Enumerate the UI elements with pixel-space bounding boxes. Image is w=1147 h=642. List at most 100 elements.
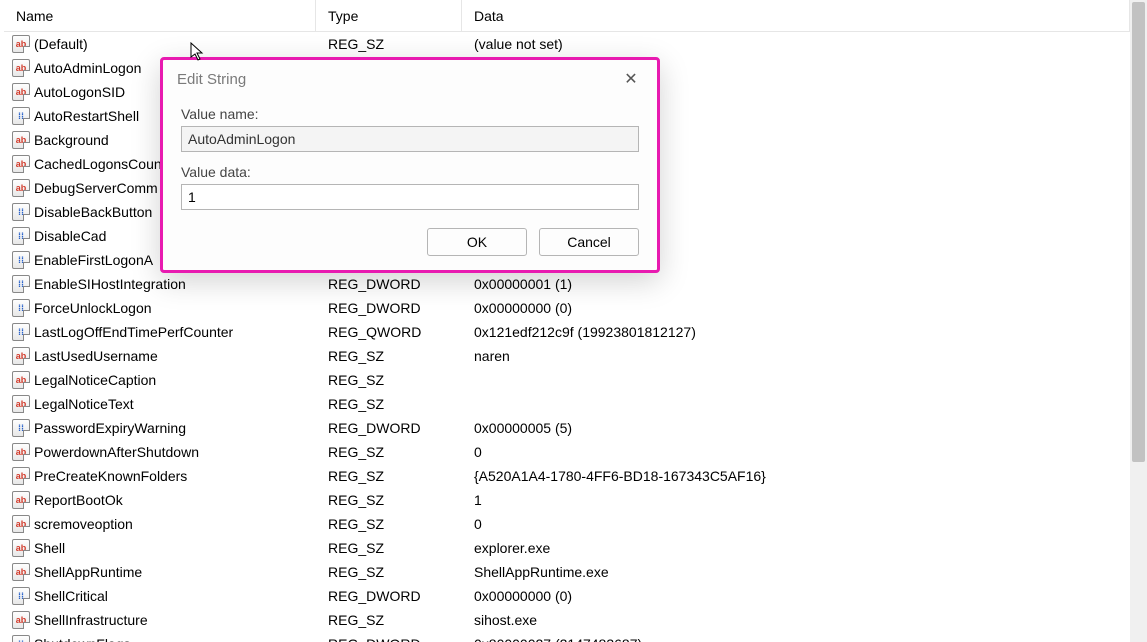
table-row[interactable]: abPowerdownAfterShutdown REG_SZ0 [4,440,1130,464]
value-data-label: Value data: [181,164,639,180]
value-type: REG_DWORD [316,300,462,316]
ok-button[interactable]: OK [427,228,527,256]
value-name: ShellAppRuntime [34,564,142,580]
value-name: Shell [34,540,65,556]
binary-value-icon: ⁞⁞ [12,587,30,605]
string-value-icon: ab [12,179,30,197]
table-row[interactable]: abLastUsedUsername REG_SZnaren [4,344,1130,368]
value-name: (Default) [34,36,88,52]
value-data: 1 [462,492,1130,508]
binary-value-icon: ⁞⁞ [12,419,30,437]
value-type: REG_SZ [316,468,462,484]
cancel-button[interactable]: Cancel [539,228,639,256]
value-name: PowerdownAfterShutdown [34,444,199,460]
table-row[interactable]: ⁞⁞EnableSIHostIntegrationREG_DWORD0x0000… [4,272,1130,296]
value-name: LastUsedUsername [34,348,158,364]
table-row[interactable]: abShellAppRuntimeREG_SZShellAppRuntime.e… [4,560,1130,584]
dialog-title: Edit String [177,71,246,88]
string-value-icon: ab [12,155,30,173]
binary-value-icon: ⁞⁞ [12,203,30,221]
value-name: ShellCritical [34,588,108,604]
header-name[interactable]: Name [4,0,316,31]
string-value-icon: ab [12,35,30,53]
string-value-icon: ab [12,611,30,629]
value-name: DebugServerComm [34,180,158,196]
value-type: REG_SZ [316,444,462,460]
string-value-icon: ab [12,491,30,509]
value-type: REG_SZ [316,492,462,508]
table-row[interactable]: abscremoveoptionREG_SZ0 [4,512,1130,536]
value-type: REG_SZ [316,612,462,628]
string-value-icon: ab [12,467,30,485]
value-name-label: Value name: [181,106,639,122]
value-name: LastLogOffEndTimePerfCounter [34,324,233,340]
value-data: 0 [462,444,1130,460]
value-name: PreCreateKnownFolders [34,468,187,484]
string-value-icon: ab [12,347,30,365]
table-row[interactable]: abShellInfrastructure REG_SZsihost.exe [4,608,1130,632]
value-name: AutoRestartShell [34,108,139,124]
binary-value-icon: ⁞⁞ [12,323,30,341]
string-value-icon: ab [12,371,30,389]
value-name: EnableSIHostIntegration [34,276,186,292]
value-name-field[interactable] [181,126,639,152]
value-type: REG_DWORD [316,588,462,604]
value-data: sihost.exe [462,612,1130,628]
value-name: LegalNoticeCaption [34,372,156,388]
value-type: REG_SZ [316,540,462,556]
value-name: AutoLogonSID [34,84,125,100]
value-name: ShellInfrastructure [34,612,148,628]
header-data[interactable]: Data [462,0,1130,31]
string-value-icon: ab [12,443,30,461]
table-row[interactable]: abPreCreateKnownFoldersREG_SZ{A520A1A4-1… [4,464,1130,488]
table-row[interactable]: ab(Default)REG_SZ(value not set) [4,32,1130,56]
value-type: REG_SZ [316,36,462,52]
value-data: 0x00000000 (0) [462,588,1130,604]
value-name: Background [34,132,109,148]
value-name: DisableBackButton [34,204,152,220]
vertical-scrollbar[interactable] [1130,0,1147,642]
table-row[interactable]: abShellREG_SZexplorer.exe [4,536,1130,560]
binary-value-icon: ⁞⁞ [12,107,30,125]
close-icon[interactable]: ✕ [617,68,645,90]
table-row[interactable]: abLegalNoticeCaption REG_SZ [4,368,1130,392]
value-name: EnableFirstLogonA [34,252,153,268]
table-row[interactable]: abLegalNoticeTextREG_SZ [4,392,1130,416]
binary-value-icon: ⁞⁞ [12,635,30,642]
table-row[interactable]: ⁞⁞ForceUnlockLogonREG_DWORD0x00000000 (0… [4,296,1130,320]
table-row[interactable]: ⁞⁞LastLogOffEndTimePerfCounterREG_QWORD0… [4,320,1130,344]
scroll-thumb[interactable] [1132,2,1145,462]
value-name: PasswordExpiryWarning [34,420,186,436]
value-type: REG_DWORD [316,276,462,292]
value-type: REG_SZ [316,348,462,364]
value-data: 0x00000005 (5) [462,420,1130,436]
value-name: ShutdownFlags [34,636,131,642]
value-name: LegalNoticeText [34,396,134,412]
string-value-icon: ab [12,131,30,149]
column-headers: Name Type Data [4,0,1130,32]
edit-string-dialog: Edit String ✕ Value name: Value data: OK… [160,57,660,273]
value-data: 0x00000000 (0) [462,300,1130,316]
header-type[interactable]: Type [316,0,462,31]
value-name: AutoAdminLogon [34,60,141,76]
value-name: ForceUnlockLogon [34,300,152,316]
value-type: REG_DWORD [316,636,462,642]
value-data: 0 [462,516,1130,532]
string-value-icon: ab [12,59,30,77]
table-row[interactable]: abReportBootOkREG_SZ1 [4,488,1130,512]
table-row[interactable]: ⁞⁞ ShutdownFlags REG_DWORD0x80000027 (2147… [4,632,1130,642]
table-row[interactable]: ⁞⁞ShellCritical REG_DWORD0x00000000 (0) [4,584,1130,608]
binary-value-icon: ⁞⁞ [12,251,30,269]
value-data-field[interactable] [181,184,639,210]
value-type: REG_SZ [316,516,462,532]
value-type: REG_SZ [316,372,462,388]
value-data: naren [462,348,1130,364]
string-value-icon: ab [12,539,30,557]
value-name: CachedLogonsCoun [34,156,162,172]
value-type: REG_DWORD [316,420,462,436]
value-name: DisableCad [34,228,106,244]
table-row[interactable]: ⁞⁞PasswordExpiryWarning REG_DWORD0x000000… [4,416,1130,440]
value-type: REG_QWORD [316,324,462,340]
value-data: 0x80000027 (2147483687) [462,636,1130,642]
value-name: scremoveoption [34,516,133,532]
